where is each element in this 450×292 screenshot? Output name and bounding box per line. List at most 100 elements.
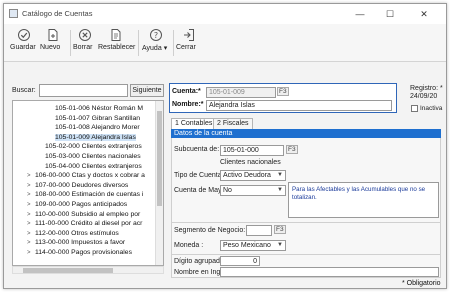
- tree-item[interactable]: 105-03-000 Clientes nacionales: [37, 152, 141, 161]
- expand-arrow-icon[interactable]: >: [27, 249, 35, 258]
- save-button[interactable]: Guardar: [10, 26, 38, 58]
- tipo-label: Tipo de Cuenta:: [174, 172, 224, 179]
- save-check-icon: [18, 29, 30, 41]
- search-input[interactable]: [39, 84, 128, 97]
- help-button[interactable]: ? Ayuda ▾: [142, 26, 170, 58]
- tree-item-label: 111-00-000 Crédito al diesel por acr: [35, 220, 143, 228]
- tree-item[interactable]: >114-00-000 Pagos provisionales: [27, 248, 132, 257]
- registro-date: 24/09/20: [410, 93, 438, 100]
- segmento-label: Segmento de Negocio:: [174, 227, 246, 234]
- next-button[interactable]: Siguiente: [130, 84, 164, 97]
- tab-contables[interactable]: 1 Contables: [171, 118, 217, 129]
- chevron-down-icon: ▾: [163, 45, 168, 52]
- tab-fiscales[interactable]: 2 Fiscales: [213, 118, 253, 129]
- tree-item-label: 110-00-000 Subsidio al empleo por: [35, 210, 141, 218]
- svg-text:?: ?: [154, 31, 158, 40]
- tree-item-label: 109-00-000 Pagos anticipados: [35, 201, 128, 208]
- reset-button[interactable]: Restablecer: [98, 26, 136, 58]
- tree-item[interactable]: >108-00-000 Estimación de cuentas i: [27, 190, 143, 199]
- chevron-down-icon: ▼: [277, 242, 283, 248]
- delete-label: Borrar: [73, 44, 93, 51]
- tree-item-label: 105-04-000 Clientes extranjeros: [45, 162, 142, 170]
- minimize-button[interactable]: —: [346, 7, 374, 21]
- moneda-value: Peso Mexicano: [223, 242, 271, 249]
- scroll-thumb[interactable]: [157, 111, 162, 206]
- required-note: * Obligatorio: [402, 280, 441, 287]
- close-door-icon: [184, 29, 194, 41]
- section-title: Datos de la cuenta: [171, 129, 441, 138]
- tree-item-label: 107-00-000 Deudores diversos: [35, 181, 129, 189]
- digito-field[interactable]: 0: [220, 256, 260, 266]
- tree-item[interactable]: >111-00-000 Crédito al diesel por acr: [27, 219, 142, 228]
- tree-item-label: 105-03-000 Clientes nacionales: [45, 153, 141, 160]
- registro-label: Registro: *: [410, 85, 443, 92]
- tree-item-label: 114-00-000 Pagos provisionales: [35, 249, 132, 256]
- title-bar: Catálogo de Cuentas — ☐ ✕: [4, 4, 446, 24]
- toolbar-separator: [173, 30, 174, 56]
- inactiva-checkbox[interactable]: [411, 105, 418, 112]
- tree-item[interactable]: 105-01-008 Alejandro Morer: [47, 123, 140, 132]
- app-window: Catálogo de Cuentas — ☐ ✕ Guardar Nuevo …: [3, 3, 447, 289]
- tree-item-label: 105-01-006 Néstor Román M: [55, 105, 144, 112]
- tree-item[interactable]: >112-00-000 Otros estímulos: [27, 229, 119, 238]
- tree-item-label: 113-00-000 Impuestos a favor: [35, 239, 126, 247]
- new-label: Nuevo: [40, 44, 61, 51]
- nombre-label: Nombre:*: [172, 101, 204, 108]
- new-button[interactable]: Nuevo: [40, 26, 66, 58]
- tipo-value: Activo Deudora: [223, 172, 271, 179]
- maximize-button[interactable]: ☐: [376, 7, 404, 21]
- mayor-note: Para las Afectables y las Acumulables qu…: [288, 182, 439, 218]
- tipo-select[interactable]: Activo Deudora ▼: [220, 170, 286, 181]
- tree-item-label: 106-00-000 Ctas y doctos x cobrar a: [35, 172, 145, 180]
- tree-item[interactable]: >109-00-000 Pagos anticipados: [27, 200, 127, 209]
- toolbar: Guardar Nuevo Borrar Restablecer ? Ayuda…: [4, 24, 446, 62]
- tree-item-label: 105-02-000 Clientes extranjeros: [45, 143, 142, 151]
- mayor-select[interactable]: No ▼: [220, 185, 286, 196]
- subcuenta-field[interactable]: 105-01-000: [220, 145, 284, 156]
- tree-vertical-scrollbar[interactable]: [155, 101, 163, 265]
- toolbar-separator: [70, 30, 71, 56]
- app-icon: [9, 9, 18, 18]
- delete-button[interactable]: Borrar: [73, 26, 97, 58]
- help-label: Ayuda ▾: [142, 45, 168, 52]
- f3-hint: F3: [277, 87, 289, 96]
- tree-item[interactable]: 105-04-000 Clientes extranjeros: [37, 162, 142, 171]
- ingles-field[interactable]: [220, 267, 439, 277]
- tree-item[interactable]: 105-01-009 Alejandra Islas: [47, 133, 136, 142]
- moneda-select[interactable]: Peso Mexicano ▼: [220, 240, 286, 251]
- account-tree[interactable]: 105-01-006 Néstor Román M 105-01-007 Gibr…: [12, 100, 164, 266]
- tree-item[interactable]: >110-00-000 Subsidio al empleo por: [27, 210, 140, 219]
- reset-label: Restablecer: [98, 44, 136, 51]
- tree-item-label: 105-01-007 Gibran Santillan: [55, 114, 141, 122]
- save-label: Guardar: [10, 44, 36, 51]
- tree-item[interactable]: 105-02-000 Clientes extranjeros: [37, 142, 142, 151]
- tree-item[interactable]: >107-00-000 Deudores diversos: [27, 181, 128, 190]
- cuenta-field[interactable]: 105-01-009: [206, 87, 276, 98]
- tree-horizontal-scrollbar[interactable]: [12, 266, 164, 274]
- nombre-field[interactable]: Alejandra Islas: [206, 100, 392, 111]
- close-window-button[interactable]: ✕: [410, 7, 438, 21]
- cuenta-label: Cuenta:*: [172, 88, 201, 95]
- help-icon: ?: [150, 29, 162, 41]
- close-button[interactable]: Cerrar: [176, 26, 202, 58]
- scroll-thumb[interactable]: [23, 268, 113, 273]
- tree-item[interactable]: 105-01-006 Néstor Román M: [47, 104, 143, 113]
- divider: [171, 254, 441, 255]
- tree-item[interactable]: 105-01-007 Gibran Santillan: [47, 114, 140, 123]
- tree-item[interactable]: >106-00-000 Ctas y doctos x cobrar a: [27, 171, 145, 180]
- divider: [171, 222, 441, 223]
- close-label: Cerrar: [176, 44, 196, 51]
- tree-item-label: 112-00-000 Otros estímulos: [35, 229, 119, 237]
- subcuenta-description: Clientes nacionales: [220, 159, 281, 166]
- delete-icon: [79, 29, 91, 41]
- chevron-down-icon: ▼: [277, 187, 283, 193]
- mayor-value: No: [223, 187, 232, 194]
- tree-item-label: 105-01-008 Alejandro Morer: [55, 124, 140, 132]
- new-document-icon: [48, 29, 58, 41]
- toolbar-separator: [138, 30, 139, 56]
- chevron-down-icon: ▼: [277, 172, 283, 178]
- tree-item[interactable]: >113-00-000 Impuestos a favor: [27, 238, 125, 247]
- subcuenta-label: Subcuenta de:: [174, 146, 220, 153]
- segmento-field[interactable]: [246, 225, 272, 236]
- f3-hint: F3: [286, 145, 298, 154]
